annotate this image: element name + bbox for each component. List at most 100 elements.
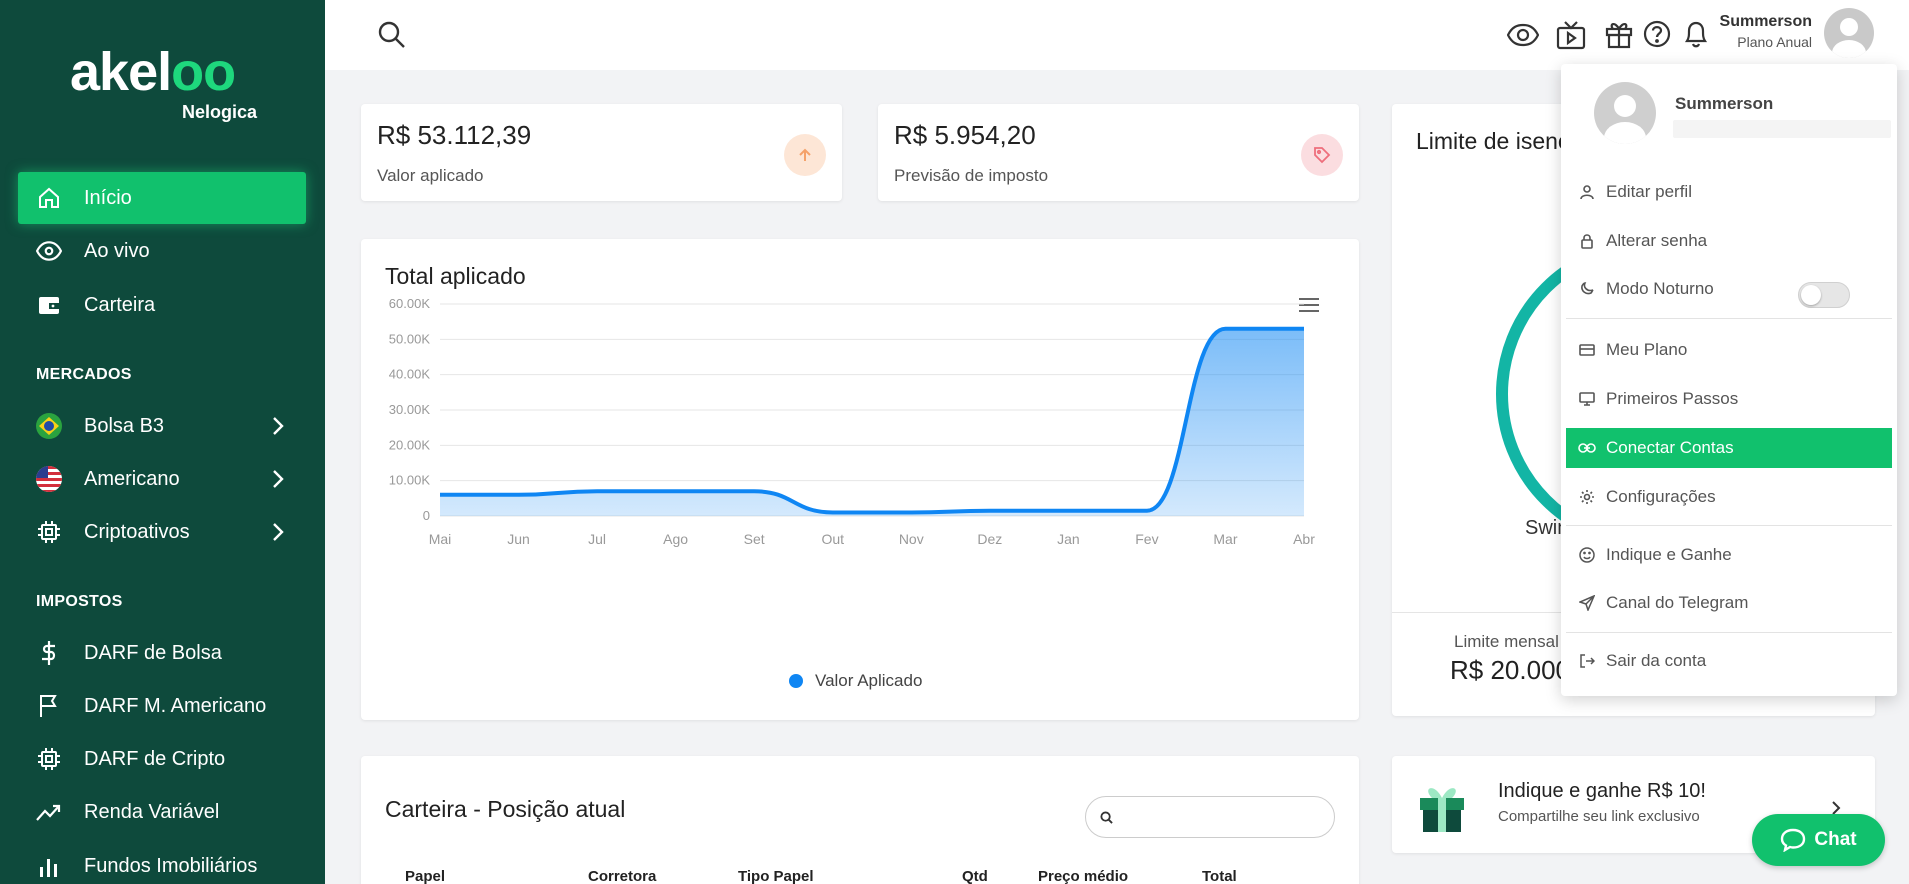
menu-item-editar-perfil[interactable]: Editar perfil — [1566, 172, 1892, 212]
night-mode-toggle[interactable] — [1798, 282, 1850, 308]
x-tick-label: Jun — [507, 531, 530, 547]
menu-item-modo-noturno[interactable]: Modo Noturno — [1566, 269, 1892, 309]
menu-item-meu-plano[interactable]: Meu Plano — [1566, 330, 1892, 370]
moon-icon — [1578, 281, 1596, 297]
column-header[interactable]: Preço médio — [1038, 868, 1128, 884]
menu-item-label: Configurações — [1606, 487, 1716, 506]
chat-button[interactable]: Chat — [1752, 814, 1885, 866]
y-tick-label: 10.00K — [389, 473, 431, 488]
data-point — [1146, 510, 1147, 511]
credit-card-icon — [1578, 343, 1596, 357]
sidebar-item-label: DARF M. Americano — [84, 694, 267, 717]
indique-subtitle: Compartilhe seu link exclusivo — [1498, 808, 1700, 825]
menu-item-label: Conectar Contas — [1606, 438, 1734, 457]
data-point — [1225, 328, 1226, 329]
menu-item-canal-telegram[interactable]: Canal do Telegram — [1566, 583, 1892, 623]
sidebar-item-label: Carteira — [84, 293, 156, 316]
sidebar-item-darf-bolsa[interactable]: DARF de Bolsa — [18, 627, 306, 679]
x-tick-label: Fev — [1135, 531, 1158, 547]
wallet-icon — [36, 292, 62, 318]
stat-value: R$ 5.954,20 — [894, 120, 1036, 150]
x-tick-label: Jul — [588, 531, 606, 547]
chevron-right-icon — [272, 469, 284, 495]
data-point — [911, 512, 912, 513]
x-tick-label: Ago — [663, 531, 688, 547]
legend-label: Valor Aplicado — [815, 671, 923, 690]
sidebar-item-label: DARF de Bolsa — [84, 641, 222, 664]
eye-icon[interactable] — [1506, 22, 1540, 53]
avatar — [1594, 82, 1656, 144]
carteira-search-input[interactable] — [1085, 796, 1335, 838]
sidebar: akeloo Nelogica Início Ao vivo Carteira … — [0, 0, 325, 884]
sidebar-item-criptoativos[interactable]: Criptoativos — [18, 506, 306, 558]
header-user-name[interactable]: Summerson — [1718, 13, 1812, 31]
sidebar-item-ao-vivo[interactable]: Ao vivo — [18, 225, 306, 277]
data-point — [440, 494, 441, 495]
bell-icon[interactable] — [1682, 19, 1710, 54]
smile-icon — [1578, 547, 1596, 563]
menu-item-label: Indique e Ganhe — [1606, 545, 1732, 564]
data-point — [832, 512, 833, 513]
user-icon — [1578, 184, 1596, 200]
chevron-right-icon — [272, 416, 284, 442]
sidebar-item-inicio[interactable]: Início — [18, 172, 306, 224]
data-point — [754, 491, 755, 492]
menu-item-configuracoes[interactable]: Configurações — [1566, 477, 1892, 517]
home-icon — [36, 185, 62, 211]
menu-item-alterar-senha[interactable]: Alterar senha — [1566, 221, 1892, 261]
sidebar-item-americano[interactable]: Americano — [18, 453, 306, 505]
column-header[interactable]: Total — [1202, 868, 1237, 884]
column-header[interactable]: Corretora — [588, 868, 656, 884]
menu-item-label: Modo Noturno — [1606, 279, 1714, 298]
gear-icon — [1578, 489, 1596, 505]
sidebar-item-label: Americano — [84, 467, 180, 490]
brazil-flag-icon — [36, 413, 62, 439]
y-tick-label: 20.00K — [389, 437, 431, 452]
sidebar-item-darf-cripto[interactable]: DARF de Cripto — [18, 733, 306, 785]
x-tick-label: Nov — [899, 531, 924, 547]
header-user-plan: Plano Anual — [1737, 34, 1812, 50]
chart-card: Total aplicado 0 10.00K 20.00K 30.00K 40.00K… — [361, 239, 1359, 720]
menu-item-label: Editar perfil — [1606, 182, 1692, 201]
tv-icon[interactable] — [1556, 20, 1586, 55]
menu-item-sair[interactable]: Sair da conta — [1566, 641, 1892, 681]
sidebar-item-label: Ao vivo — [84, 239, 150, 262]
sidebar-item-bolsa-b3[interactable]: Bolsa B3 — [18, 400, 306, 452]
column-header[interactable]: Papel — [405, 868, 445, 884]
presentation-icon — [1578, 391, 1596, 407]
sidebar-item-carteira[interactable]: Carteira — [18, 279, 306, 331]
chart-legend[interactable]: Valor Aplicado — [789, 671, 922, 691]
stat-label: Valor aplicado — [377, 166, 484, 185]
divider — [1566, 318, 1892, 319]
dropdown-user-name: Summerson — [1675, 94, 1774, 113]
search-icon[interactable] — [377, 20, 407, 55]
y-tick-label: 0 — [423, 508, 430, 523]
logo-wordmark: akeloo — [70, 42, 236, 102]
gift-icon[interactable] — [1604, 19, 1634, 54]
send-icon — [1578, 595, 1596, 611]
sidebar-item-label: Fundos Imobiliários — [84, 854, 258, 877]
menu-item-label: Alterar senha — [1606, 231, 1708, 250]
chip-icon — [36, 519, 62, 545]
x-tick-label: Mar — [1213, 531, 1237, 547]
carteira-card: Carteira - Posição atual Papel Corretora… — [361, 756, 1359, 884]
monthly-limit-label: Limite mensal — [1454, 632, 1559, 651]
stat-card-previsao-imposto: R$ 5.954,20 Previsão de imposto — [878, 104, 1359, 201]
sidebar-item-label: Bolsa B3 — [84, 414, 165, 437]
avatar[interactable] — [1824, 8, 1874, 58]
menu-item-indique-e-ganhe[interactable]: Indique e Ganhe — [1566, 535, 1892, 575]
tag-icon — [1301, 134, 1343, 176]
sidebar-item-darf-americano[interactable]: DARF M. Americano — [18, 680, 306, 732]
sidebar-item-label: Renda Variável — [84, 800, 220, 823]
sidebar-item-label: Início — [84, 186, 132, 209]
menu-item-conectar-contas[interactable]: Conectar Contas — [1566, 428, 1892, 468]
chat-bubble-icon — [1781, 828, 1806, 852]
logo[interactable]: akeloo Nelogica — [70, 44, 270, 134]
lock-icon — [1578, 233, 1596, 249]
column-header[interactable]: Qtd — [962, 868, 988, 884]
sidebar-item-renda-variavel[interactable]: Renda Variável — [18, 786, 306, 838]
menu-item-primeiros-passos[interactable]: Primeiros Passos — [1566, 379, 1892, 419]
help-icon[interactable] — [1643, 20, 1671, 53]
sidebar-item-fundos-imobiliarios[interactable]: Fundos Imobiliários — [18, 840, 306, 884]
column-header[interactable]: Tipo Papel — [738, 868, 814, 884]
